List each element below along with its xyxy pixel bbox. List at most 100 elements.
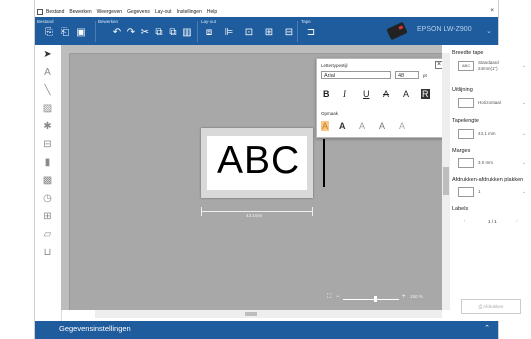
- font-name-select[interactable]: Arial: [321, 71, 391, 79]
- menu-help[interactable]: Help: [207, 9, 217, 15]
- tape-width-icon[interactable]: ABC: [458, 61, 474, 71]
- arrange-icon[interactable]: ⊡: [243, 27, 255, 39]
- bold-button[interactable]: B: [323, 89, 330, 99]
- effect-emboss-button[interactable]: A: [399, 121, 405, 131]
- scrollbar-thumb[interactable]: [245, 312, 257, 316]
- align-icon[interactable]: ⊫: [223, 27, 235, 39]
- labels-label: Labels: [452, 206, 469, 212]
- orientation-icon[interactable]: ⊟: [283, 27, 295, 39]
- paste-icon[interactable]: ⧉: [167, 27, 179, 39]
- zoom-slider-knob[interactable]: [374, 296, 377, 302]
- font-size-unit: pt: [423, 73, 427, 78]
- chevron-down-icon[interactable]: ⌄: [522, 63, 526, 69]
- pointer-icon[interactable]: ➤: [41, 49, 54, 61]
- tape-settings-icon[interactable]: ⊐: [305, 27, 317, 39]
- qrcode-tool-icon[interactable]: ▩: [41, 175, 54, 187]
- chevron-down-icon[interactable]: ⌄: [486, 27, 492, 35]
- distribute-icon[interactable]: ⊞: [263, 27, 275, 39]
- printer-name[interactable]: EPSON LW-Z900: [417, 26, 472, 33]
- font-style-panel: Lettertypestijl × Arial 48 pt B I U A A …: [316, 58, 448, 138]
- chevron-up-icon[interactable]: ⌃: [484, 324, 490, 332]
- app-window: Bestand Bewerken Weergeven Gegevens Lay-…: [34, 0, 531, 339]
- print-button[interactable]: ⎙ Afdrukken: [461, 299, 521, 314]
- alignment-label: Uitlijning: [452, 87, 473, 93]
- copies-label: Afdrukken-afdrukken plakken: [452, 177, 524, 183]
- table-tool-icon[interactable]: ⊞: [41, 211, 54, 223]
- chevron-down-icon[interactable]: ⌄: [522, 189, 526, 195]
- text-tool-icon[interactable]: A: [41, 67, 54, 79]
- tape-length-dimension: 43.1mm: [246, 213, 263, 218]
- tape-length-value[interactable]: 43.1 mm: [478, 131, 496, 136]
- ribbon-group-lay-out: Lay-out: [201, 19, 217, 24]
- chevron-down-icon[interactable]: ⌄: [522, 160, 526, 166]
- effect-bold-button[interactable]: A: [339, 121, 346, 131]
- image-tool-icon[interactable]: ▨: [41, 103, 54, 115]
- margins-icon[interactable]: [458, 158, 474, 168]
- italic-button[interactable]: I: [343, 89, 346, 99]
- ribbon: Bestand ⎘ ⎗ ▣ Bewerken ↶ ↷ ✂ ⧉ ⧉ ▥ Lay-o…: [35, 17, 498, 45]
- barcode-tool-icon[interactable]: ▮: [41, 157, 54, 169]
- app-icon: [37, 9, 43, 15]
- menu-bestand[interactable]: Bestand: [46, 9, 64, 15]
- tape-length-label: Tapelengte: [452, 118, 479, 124]
- effect-normal-button[interactable]: A: [321, 121, 330, 131]
- tape-label[interactable]: ABC: [201, 128, 313, 198]
- underline-button[interactable]: U: [363, 89, 370, 99]
- next-label-icon[interactable]: ›: [516, 218, 518, 223]
- horizontal-scrollbar[interactable]: [95, 310, 442, 318]
- previous-label-icon[interactable]: ‹: [464, 218, 466, 223]
- margins-label: Marges: [452, 148, 471, 154]
- alignment-value[interactable]: Horizontaal: [478, 100, 501, 105]
- tape-length-icon[interactable]: [458, 129, 474, 139]
- effect-outline-button[interactable]: A: [359, 121, 365, 131]
- redo-icon[interactable]: ↷: [125, 27, 137, 39]
- vertical-scrollbar[interactable]: [442, 53, 450, 310]
- cut-icon[interactable]: ✂: [139, 27, 151, 39]
- menu-lay-out[interactable]: Lay-out: [155, 9, 172, 15]
- horizontal-ruler: [61, 45, 442, 54]
- tape-text[interactable]: ABC: [217, 139, 300, 183]
- zoom-in-icon[interactable]: +: [402, 294, 406, 300]
- outline-strike-button[interactable]: A: [403, 89, 409, 99]
- copies-value[interactable]: 1: [478, 189, 481, 194]
- ribbon-separator: [297, 21, 298, 42]
- zoom-slider[interactable]: [343, 299, 399, 300]
- menu-bewerken[interactable]: Bewerken: [69, 9, 91, 15]
- dimension-tick: [312, 207, 313, 216]
- menu-gegevens[interactable]: Gegevens: [127, 9, 150, 15]
- field-tool-icon[interactable]: ⊔: [41, 247, 54, 259]
- effect-shadow-button[interactable]: A: [379, 121, 385, 131]
- alignment-icon[interactable]: [458, 98, 474, 108]
- save-icon[interactable]: ▣: [75, 27, 87, 39]
- scrollbar-thumb[interactable]: [443, 167, 449, 195]
- tape-width-value-line1[interactable]: Standaard: [478, 60, 499, 65]
- date-tool-icon[interactable]: ◷: [41, 193, 54, 205]
- font-panel-title: Lettertypestijl: [321, 63, 348, 68]
- menu-weergeven[interactable]: Weergeven: [97, 9, 122, 15]
- data-settings-bar[interactable]: Gegevensinstellingen ⌃: [35, 321, 498, 339]
- chevron-down-icon[interactable]: ⌄: [522, 100, 526, 106]
- open-file-icon[interactable]: ⎗: [59, 27, 71, 39]
- zoom-out-icon[interactable]: −: [336, 294, 340, 300]
- copy-icon[interactable]: ⧉: [153, 27, 165, 39]
- reverse-button[interactable]: R: [421, 89, 430, 99]
- line-tool-icon[interactable]: ╲: [41, 85, 54, 97]
- frame-tool-icon[interactable]: ⊟: [41, 139, 54, 151]
- properties-panel: Breedte tape ABC Standaard 24mm(1") ⌄ Ui…: [450, 45, 531, 321]
- tool-palette: ➤ A ╲ ▨ ✱ ⊟ ▮ ▩ ◷ ⊞ ▱ ⊔: [35, 45, 62, 321]
- shape-tool-icon[interactable]: ▱: [41, 229, 54, 241]
- symbol-tool-icon[interactable]: ✱: [41, 121, 54, 133]
- undo-icon[interactable]: ↶: [111, 27, 123, 39]
- tape-width-value-line2[interactable]: 24mm(1"): [478, 66, 498, 71]
- close-icon[interactable]: ×: [490, 8, 494, 14]
- new-file-icon[interactable]: ⎘: [43, 27, 55, 39]
- frame-icon[interactable]: ⧈: [203, 27, 215, 39]
- chevron-down-icon[interactable]: ⌄: [522, 131, 526, 137]
- font-size-select[interactable]: 48: [395, 71, 419, 79]
- margins-value[interactable]: 3.0 mm: [478, 160, 493, 165]
- strikethrough-button[interactable]: A: [383, 89, 389, 99]
- copies-icon[interactable]: [458, 187, 474, 197]
- delete-icon[interactable]: ▥: [181, 27, 193, 39]
- fit-icon[interactable]: ⛶: [327, 294, 331, 301]
- menu-instellingen[interactable]: Instellingen: [177, 9, 202, 15]
